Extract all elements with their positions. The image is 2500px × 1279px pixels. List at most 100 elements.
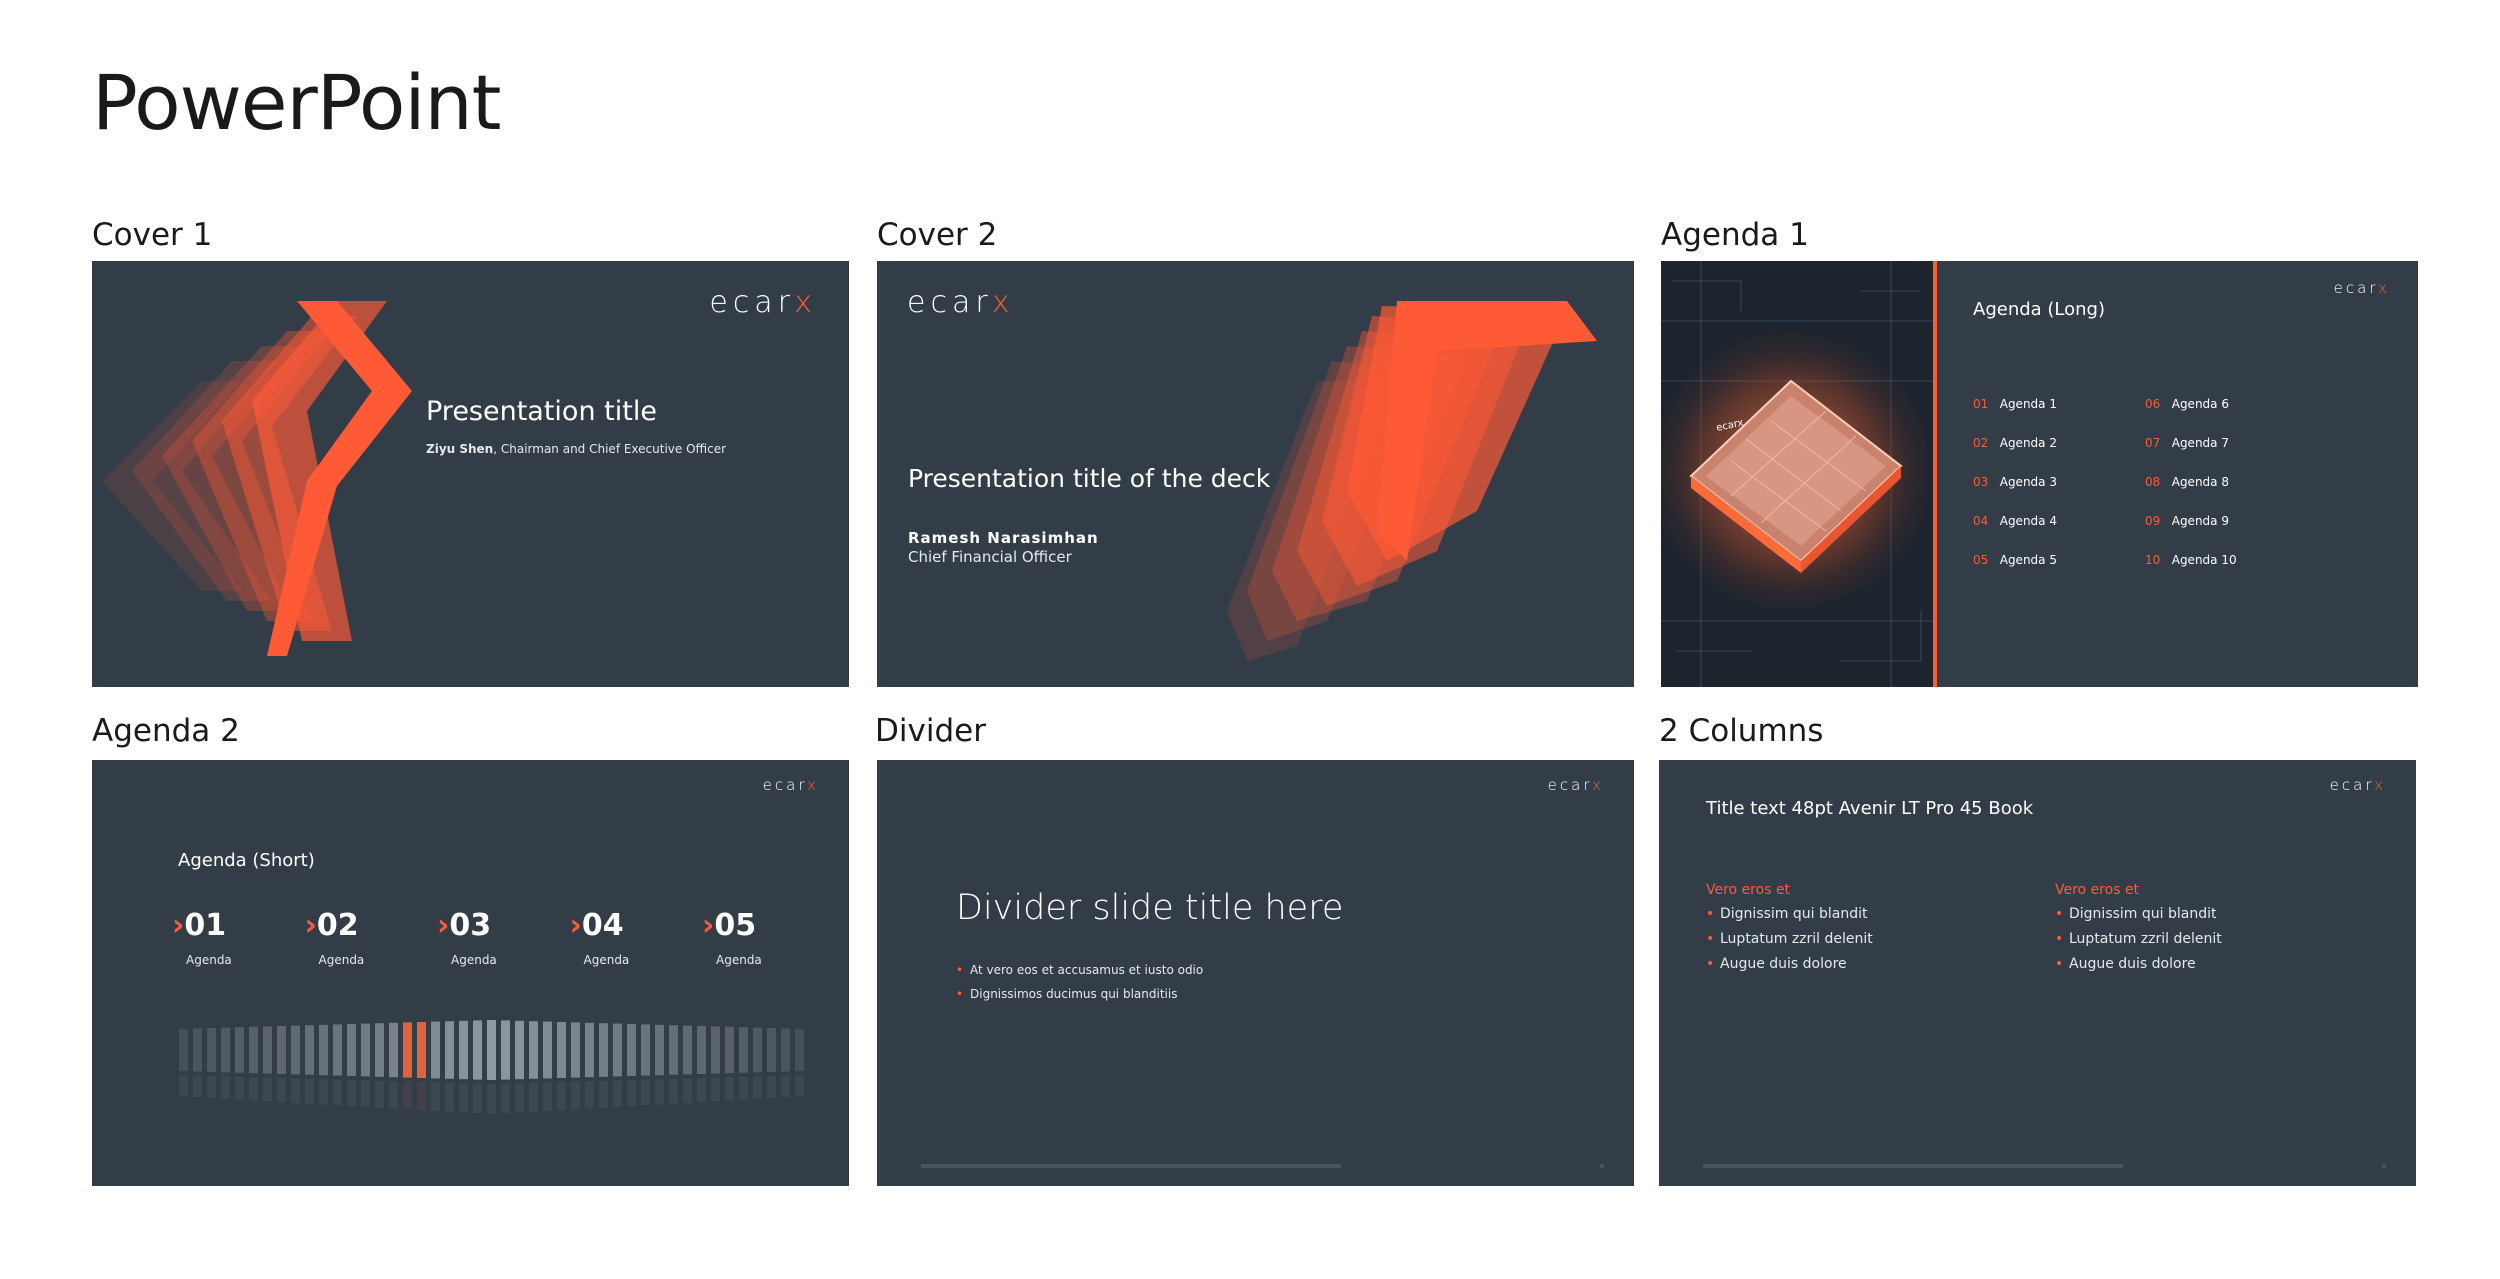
glass-reflection [627,1080,636,1106]
glass-reflection [697,1078,706,1102]
glass-panel [767,1028,776,1072]
glass-reflection [319,1079,328,1105]
glass-panel [795,1028,804,1072]
glass-reflection [445,1082,454,1112]
agenda-list-left: 01 Agenda 1 02 Agenda 2 03 Agenda 3 04 A… [1973,385,2057,580]
column-2: Vero eros et Dignissim qui blandit Lupta… [2055,882,2222,977]
glass-panel [641,1024,650,1076]
slide-agenda-1[interactable]: ecarx ecarx Agenda (Long) 01 Agenda 1 02… [1661,261,2418,687]
glass-reflection [725,1077,734,1101]
glass-panel [235,1027,244,1073]
glass-reflection [207,1076,216,1098]
glass-panel [487,1020,496,1080]
accent-bar [1933,261,1937,687]
glass-panel [347,1024,356,1076]
cell-label-2-columns: 2 Columns [1659,713,1824,749]
cover-title: Presentation title [426,396,657,427]
glass-panel [375,1023,384,1077]
slide-cover-1[interactable]: ecarx Presentation title Ziyu Shen, Chai… [92,261,849,687]
bullet-item: Luptatum zzril delenit [2055,927,2222,952]
glass-reflection [389,1081,398,1109]
glass-panel [655,1024,664,1076]
glass-panel [277,1026,286,1074]
cover-presenter: Ziyu Shen, Chairman and Chief Executive … [426,442,726,456]
glass-panel [543,1021,552,1079]
glass-panel [431,1021,440,1079]
agenda-item[interactable]: 02 Agenda 2 [1973,424,2057,463]
agenda-item[interactable]: 10 Agenda 10 [2145,541,2237,580]
glass-reflection [753,1076,762,1099]
glass-panel [529,1021,538,1079]
glass-panel [179,1028,188,1072]
glass-reflection [291,1078,300,1103]
glass-reflection [193,1075,202,1098]
glass-panel [669,1025,678,1075]
agenda-item[interactable]: 04 Agenda 4 [1973,502,2057,541]
glass-reflection [529,1082,538,1112]
ecarx-logo: ecarx [2333,279,2390,297]
agenda-item[interactable]: 03 Agenda 3 [1973,463,2057,502]
glass-panel [221,1027,230,1073]
chip-image: ecarx [1661,261,1933,687]
glass-panel [683,1025,692,1075]
agenda-heading: Agenda (Long) [1973,299,2106,320]
glass-panel [417,1022,426,1078]
glass-reflection [613,1080,622,1107]
agenda-item[interactable]: 08 Agenda 8 [2145,463,2237,502]
page-title: PowerPoint [92,58,501,147]
glass-panel [403,1022,412,1078]
agenda-item[interactable]: 07 Agenda 7 [2145,424,2237,463]
cell-label-divider: Divider [875,713,986,749]
slide-agenda-2[interactable]: ecarx Agenda (Short) ›01 Agenda ›02 Agen… [92,760,849,1186]
glass-panel [739,1027,748,1073]
bullet-item: At vero eos et accusamus et iusto odio [956,958,1203,982]
glass-panel [319,1024,328,1076]
cell-label-cover-2: Cover 2 [877,217,998,253]
glass-reflection [347,1080,356,1106]
slide-title: Title text 48pt Avenir LT Pro 45 Book [1706,798,2034,819]
agenda-item[interactable]: 01 Agenda 1 [1973,385,2057,424]
ecarx-logo: ecarx [1547,776,1604,794]
glass-reflection [249,1077,258,1101]
glass-reflection [711,1077,720,1102]
chevron-wing-graphic [102,301,412,656]
glass-reflection [375,1080,384,1108]
slide-cover-2[interactable]: ecarx Presentation title of the deck Ram… [877,261,1634,687]
glass-reflection [501,1083,510,1114]
slide-divider[interactable]: ecarx Divider slide title here At vero e… [877,760,1634,1186]
cover-title: Presentation title of the deck [908,464,1271,493]
bullet-item: Augue duis dolore [2055,952,2222,977]
agenda-item[interactable]: 09 Agenda 9 [2145,502,2237,541]
ecarx-logo: ecarx [709,285,817,320]
footer-disclaimer [921,1164,1341,1168]
glass-panel [445,1021,454,1079]
glass-panel [515,1020,524,1080]
bullet-item: Dignissimos ducimus qui blanditiis [956,982,1203,1006]
slide-2-columns[interactable]: ecarx Title text 48pt Avenir LT Pro 45 B… [1659,760,2416,1186]
glass-reflection [221,1076,230,1099]
glass-panel [501,1020,510,1080]
glass-reflection [683,1078,692,1103]
glass-panel [585,1022,594,1078]
cell-label-agenda-1: Agenda 1 [1661,217,1809,253]
agenda-item[interactable]: 06 Agenda 6 [2145,385,2237,424]
glass-reflection [235,1076,244,1100]
column-heading: Vero eros et [2055,882,2140,898]
glass-panel [459,1020,468,1080]
glass-reflection [179,1075,188,1097]
glass-reflection [459,1083,468,1113]
glass-panel [473,1020,482,1080]
glass-panel [599,1023,608,1077]
glass-panel [571,1022,580,1078]
bullet-item: Augue duis dolore [1706,952,1873,977]
glass-panel [781,1028,790,1072]
glass-reflection [669,1078,678,1104]
glass-reflection [571,1081,580,1110]
agenda-item[interactable]: 05 Agenda 5 [1973,541,2057,580]
glass-panels-graphic [179,1020,804,1114]
page-number [2382,1164,2386,1168]
glass-panel [557,1022,566,1078]
glass-reflection [641,1079,650,1106]
glass-panel [753,1027,762,1073]
glass-panel [193,1028,202,1072]
